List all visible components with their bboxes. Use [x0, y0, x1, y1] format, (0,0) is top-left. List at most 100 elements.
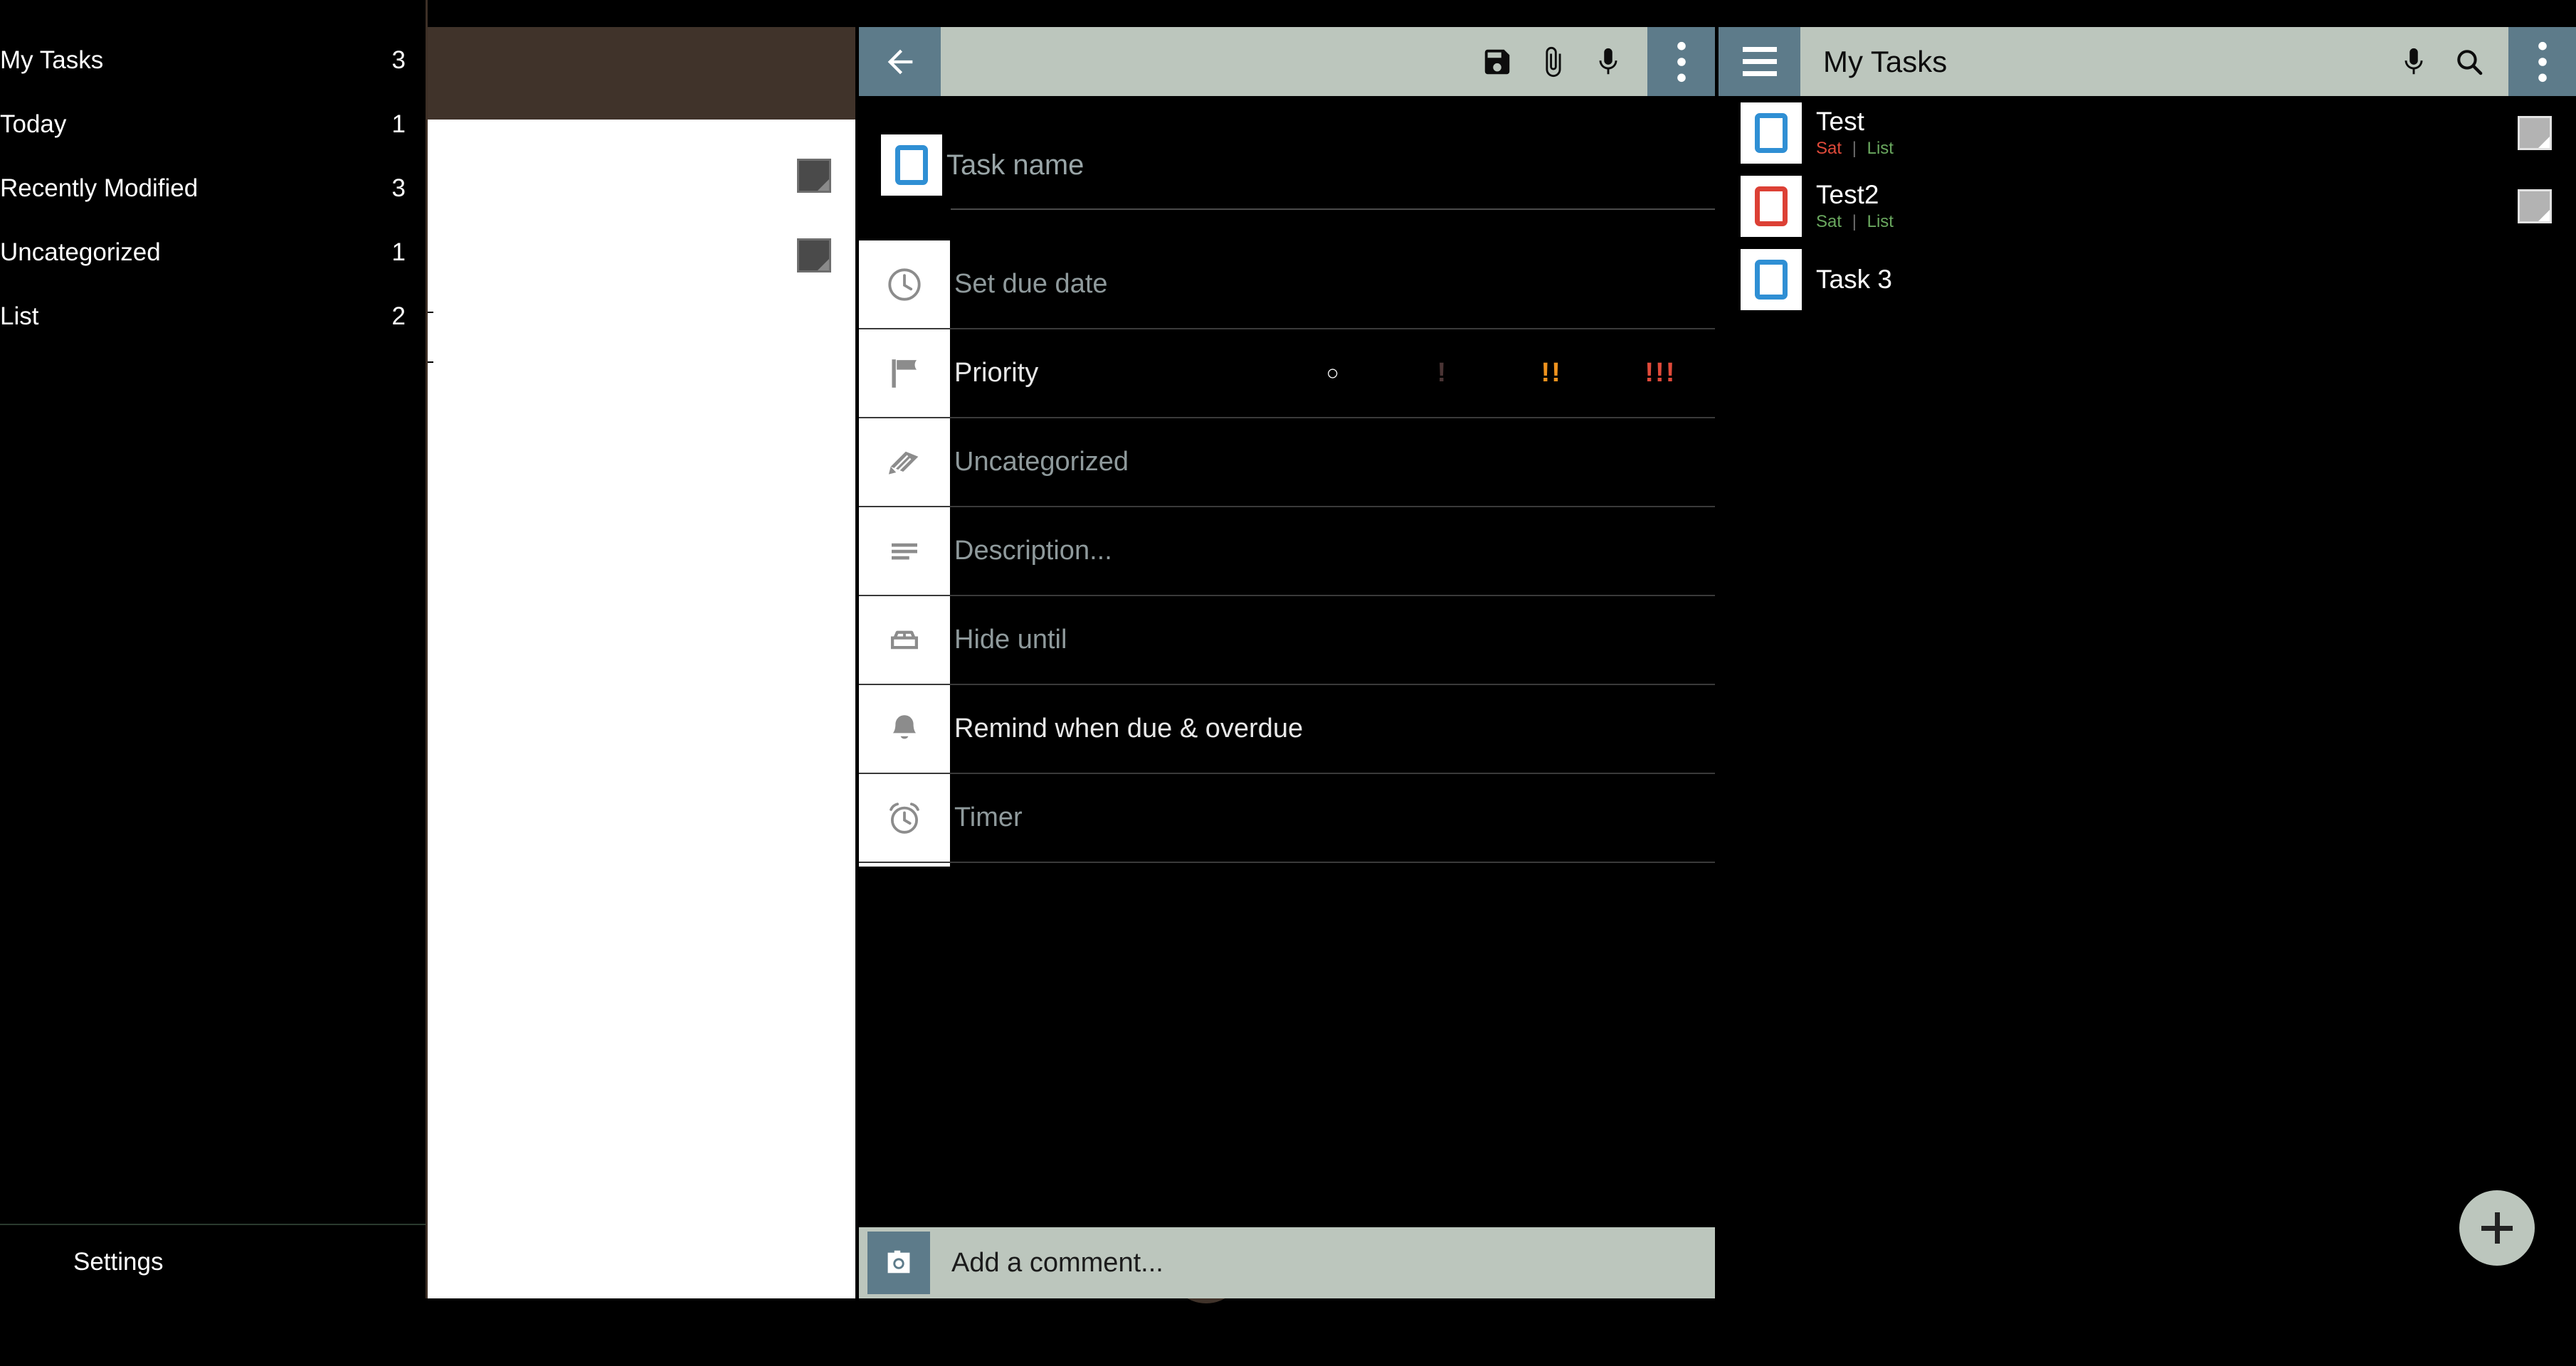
camera-icon: [887, 1250, 910, 1274]
save-button[interactable]: [1469, 27, 1525, 96]
sidebar-item-label: My Tasks: [0, 46, 104, 74]
back-arrow-icon: [887, 49, 912, 74]
note-icon: [2518, 115, 2552, 150]
task-text-block: Test Sat | List: [1816, 107, 1894, 159]
note-icon: [797, 159, 831, 193]
field-label: Description...: [954, 536, 1112, 566]
sidebar-item-label: Today: [0, 110, 67, 138]
checkbox-icon: [1755, 186, 1788, 226]
list-toolbar: My Tasks: [1719, 27, 2576, 96]
field-hide-until[interactable]: Hide until: [859, 596, 1715, 685]
task-fields: Set due date Priority ○ ! !! !!! Uncateg…: [859, 240, 1715, 863]
list-divider: [428, 312, 433, 313]
task-name-input[interactable]: Task name: [946, 149, 1084, 181]
task-list-panel: My Tasks Test Sat | List Test2 Sat | Lis…: [1719, 27, 2576, 1298]
clock-icon: [859, 240, 950, 328]
sidebar-item-today[interactable]: Today 1: [0, 92, 426, 157]
menu-button[interactable]: [1719, 27, 1800, 96]
checkbox-icon: [1755, 112, 1788, 153]
task-title: Task 3: [1816, 264, 1892, 294]
bell-icon: [859, 685, 950, 773]
attach-button[interactable]: [1525, 27, 1580, 96]
task-checkbox[interactable]: [1741, 102, 1802, 164]
task-checkbox[interactable]: [1741, 248, 1802, 310]
hamburger-menu-icon: [1742, 59, 1777, 64]
note-icon: [2518, 189, 2552, 223]
edit-overflow-menu-button[interactable]: [1647, 27, 1715, 96]
priority-selector: ○ ! !! !!!: [1279, 329, 1715, 417]
field-label: Uncategorized: [954, 447, 1129, 477]
voice-input-button[interactable]: [1580, 27, 1636, 96]
hamburger-menu-icon: [1742, 71, 1777, 76]
camera-button[interactable]: [867, 1232, 930, 1294]
priority-option-low[interactable]: !: [1388, 358, 1496, 388]
edit-toolbar: [859, 27, 1715, 96]
sidebar-item-recently-modified[interactable]: Recently Modified 3: [0, 157, 426, 221]
overflow-menu-icon: [1677, 41, 1686, 82]
page-title: My Tasks: [1823, 44, 1948, 78]
field-timer[interactable]: Timer: [859, 774, 1715, 863]
checkbox-icon: [895, 145, 928, 185]
task-items-list: Test Sat | List Test2 Sat | List Task 3: [1719, 96, 2576, 316]
task-list-item[interactable]: Task 3: [1719, 243, 2576, 316]
microphone-icon: [1599, 48, 1617, 74]
field-due-date[interactable]: Set due date: [859, 240, 1715, 329]
sidebar-item-count: 1: [391, 238, 406, 266]
plus-icon: [2494, 1212, 2500, 1244]
background-task-list-panel: [428, 27, 1244, 1303]
sidebar-item-label: Uncategorized: [0, 238, 161, 266]
search-icon: [2457, 49, 2483, 75]
search-button[interactable]: [2442, 27, 2497, 96]
task-title: Test2: [1816, 179, 1879, 209]
task-list-item[interactable]: Test2 Sat | List: [1719, 169, 2576, 243]
add-task-fab[interactable]: [2459, 1190, 2535, 1266]
field-label: Remind when due & overdue: [954, 714, 1304, 743]
field-category[interactable]: Uncategorized: [859, 418, 1715, 507]
hamburger-menu-icon: [1742, 47, 1777, 52]
add-comment-bar[interactable]: Add a comment...: [859, 1227, 1715, 1298]
tag-icon: [859, 418, 950, 506]
field-label: Timer: [954, 803, 1023, 832]
meta-separator: |: [1852, 138, 1857, 158]
alarm-clock-icon: [859, 774, 950, 862]
sidebar-item-list[interactable]: List 2: [0, 285, 426, 349]
comment-input[interactable]: Add a comment...: [951, 1248, 1163, 1278]
paperclip-icon: [1546, 46, 1561, 77]
flag-icon: [859, 329, 950, 417]
task-text-block: Test2 Sat | List: [1816, 180, 1894, 233]
field-reminder[interactable]: Remind when due & overdue: [859, 685, 1715, 774]
meta-separator: |: [1852, 211, 1857, 231]
voice-search-button[interactable]: [2386, 27, 2442, 96]
sidebar-item-settings[interactable]: Settings: [0, 1224, 426, 1298]
back-button[interactable]: [859, 27, 941, 96]
sidebar-list: My Tasks 3 Today 1 Recently Modified 3 U…: [0, 28, 426, 349]
task-list-item[interactable]: Test Sat | List: [1719, 96, 2576, 169]
task-name-row[interactable]: Task name: [859, 134, 1715, 196]
app-screen: My Tasks 3 Today 1 Recently Modified 3 U…: [0, 0, 2576, 1366]
priority-option-medium[interactable]: !!: [1497, 358, 1606, 388]
note-icon: [797, 238, 831, 272]
save-floppy-icon: [1484, 49, 1510, 74]
task-name-underline: [951, 208, 1715, 210]
task-text-block: Task 3: [1816, 265, 1892, 295]
sidebar-item-uncategorized[interactable]: Uncategorized 1: [0, 221, 426, 285]
task-checkbox[interactable]: [1741, 175, 1802, 237]
sidebar-item-label: Recently Modified: [0, 174, 199, 202]
task-list-badge: List: [1867, 138, 1894, 158]
task-list-badge: List: [1867, 211, 1894, 231]
task-due-badge: Sat: [1816, 138, 1842, 158]
overflow-menu-icon: [2538, 41, 2547, 82]
navigation-drawer: My Tasks 3 Today 1 Recently Modified 3 U…: [0, 0, 428, 1298]
priority-option-high[interactable]: !!!: [1606, 358, 1715, 388]
task-meta: Sat | List: [1816, 138, 1894, 159]
field-description[interactable]: Description...: [859, 507, 1715, 596]
sidebar-item-count: 2: [391, 302, 406, 330]
list-overflow-menu-button[interactable]: [2508, 27, 2576, 96]
task-complete-checkbox[interactable]: [881, 134, 942, 196]
sidebar-item-count: 3: [391, 174, 406, 202]
checkbox-icon: [1755, 259, 1788, 300]
priority-option-none[interactable]: ○: [1279, 361, 1388, 386]
settings-label: Settings: [73, 1247, 164, 1276]
sidebar-item-my-tasks[interactable]: My Tasks 3: [0, 28, 426, 92]
field-priority[interactable]: Priority ○ ! !! !!!: [859, 329, 1715, 418]
